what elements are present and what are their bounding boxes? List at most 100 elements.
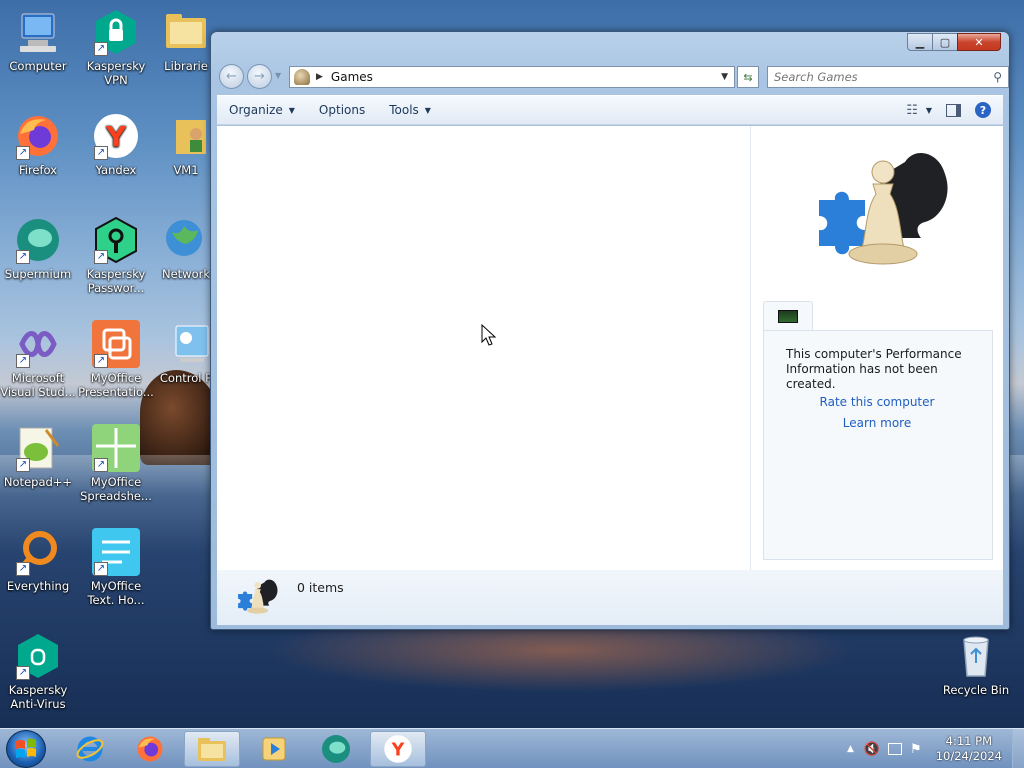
user-folder-icon (162, 112, 210, 160)
address-bar[interactable]: ▶ Games ▼ (289, 66, 735, 88)
volume-muted-icon[interactable]: 🔇 (864, 742, 880, 757)
show-hidden-icons-button[interactable]: ▲ (847, 744, 854, 754)
desktop-icon-control-panel[interactable]: Control P (156, 320, 216, 385)
rate-computer-link[interactable]: Rate this computer (764, 395, 990, 409)
options-button[interactable]: Options (307, 96, 377, 124)
shortcut-arrow-icon: ↗ (94, 146, 108, 160)
minimize-button[interactable]: ▁ (907, 33, 933, 51)
clock-time: 4:11 PM (945, 734, 993, 748)
search-icon: ⚲ (993, 70, 1002, 84)
taskbar-windows-explorer[interactable] (184, 731, 240, 767)
taskbar-internet-explorer[interactable] (62, 731, 118, 767)
visual-studio-icon: ↗ (14, 320, 62, 368)
windows-logo-icon (16, 738, 36, 758)
supermium-icon: ↗ (14, 216, 62, 264)
desktop-icon-label: Firefox (18, 163, 58, 177)
taskbar-firefox[interactable] (122, 731, 178, 767)
network-icon[interactable] (888, 743, 903, 755)
refresh-icon: ⇆ (743, 70, 753, 84)
desktop-icon-vm1[interactable]: VM1 (156, 112, 216, 177)
taskbar-supermium[interactable] (308, 731, 364, 767)
preview-pane-button[interactable] (946, 103, 961, 117)
shortcut-arrow-icon: ↗ (94, 562, 108, 576)
breadcrumb-games[interactable]: Games (331, 70, 373, 84)
desktop-icon-libraries[interactable]: Librarie (156, 8, 216, 73)
window-caption-buttons: ▁ ▢ ✕ (907, 33, 1001, 51)
games-list-pane[interactable] (217, 126, 750, 570)
desktop-icon-recycle-bin[interactable]: Recycle Bin (936, 632, 1016, 697)
refresh-button[interactable]: ⇆ (737, 66, 759, 88)
desktop-icon-label: Kaspersky VPN (86, 59, 146, 87)
desktop-icon-kaspersky-vpn[interactable]: ↗ Kaspersky VPN (78, 8, 154, 87)
shortcut-arrow-icon: ↗ (94, 250, 108, 264)
games-small-icon (238, 579, 278, 614)
desktop-icon-myoffice-spreadsheet[interactable]: ↗ MyOffice Spreadshe... (78, 424, 154, 503)
show-desktop-button[interactable] (1012, 729, 1024, 768)
tools-label: Tools (389, 103, 419, 117)
desktop-icon-kaspersky-antivirus[interactable]: ↗ Kaspersky Anti-Virus (0, 632, 76, 711)
everything-search-icon: ↗ (14, 528, 62, 576)
desktop-icon-everything[interactable]: ↗ Everything (0, 528, 76, 593)
search-input[interactable] (768, 70, 994, 84)
forward-button[interactable]: → (247, 64, 272, 89)
myoffice-text-icon: ↗ (92, 528, 140, 576)
address-dropdown-icon[interactable]: ▼ (721, 72, 728, 82)
navigation-row: ← → ▼ ▶ Games ▼ ⇆ ⚲ (219, 64, 1009, 90)
monitor-icon (778, 310, 798, 323)
desktop-icon-visual-studio[interactable]: ↗ Microsoft Visual Stud... (0, 320, 76, 399)
performance-message: This computer's Performance Information … (786, 347, 962, 391)
views-icon: ☷ (906, 102, 918, 118)
learn-more-link[interactable]: Learn more (764, 416, 990, 430)
myoffice-spreadsheet-icon: ↗ (92, 424, 140, 472)
help-button[interactable]: ? (975, 102, 991, 118)
desktop-icon-label: Everything (6, 579, 70, 593)
desktop-icon-firefox[interactable]: ↗ Firefox (0, 112, 76, 177)
recent-pages-chevron-icon[interactable]: ▼ (275, 71, 281, 80)
desktop-icon-label: Supermium (4, 267, 72, 281)
taskbar-yandex[interactable]: Y (370, 731, 426, 767)
help-icon: ? (979, 103, 987, 117)
desktop-icon-notepad-plus-plus[interactable]: ↗ Notepad++ (0, 424, 76, 489)
details-pane: This computer's Performance Information … (751, 126, 1003, 570)
shortcut-arrow-icon: ↗ (16, 250, 30, 264)
organize-menu[interactable]: Organize ▼ (217, 96, 307, 124)
close-button[interactable]: ✕ (957, 33, 1001, 51)
recycle-bin-icon (952, 632, 1000, 680)
chevron-down-icon: ▼ (424, 105, 431, 115)
desktop-icon-yandex[interactable]: Y ↗ Yandex (78, 112, 154, 177)
shortcut-arrow-icon: ↗ (16, 562, 30, 576)
desktop-icon-myoffice-text[interactable]: ↗ MyOffice Text. Ho... (78, 528, 154, 607)
action-center-flag-icon[interactable]: ⚑ (910, 742, 922, 757)
games-explorer-window[interactable]: ▁ ▢ ✕ ← → ▼ ▶ Games ▼ ⇆ ⚲ Organize ▼ Opt… (210, 31, 1010, 630)
chevron-down-icon: ▼ (925, 105, 932, 115)
back-button[interactable]: ← (219, 64, 244, 89)
desktop-icon-label: Librarie (164, 59, 208, 73)
control-panel-icon (162, 320, 210, 368)
shortcut-arrow-icon: ↗ (94, 42, 108, 56)
desktop-icon-myoffice-presentation[interactable]: ↗ MyOffice Presentatio... (78, 320, 154, 399)
start-button[interactable] (6, 730, 46, 768)
search-box[interactable]: ⚲ (767, 66, 1009, 88)
desktop-icon-label: Yandex (95, 163, 137, 177)
clock-date: 10/24/2024 (935, 749, 1002, 763)
desktop-icon-supermium[interactable]: ↗ Supermium (0, 216, 76, 281)
shortcut-arrow-icon: ↗ (16, 146, 30, 160)
views-button[interactable]: ☷ ▼ (906, 103, 932, 118)
firefox-icon: ↗ (14, 112, 62, 160)
performance-tab[interactable] (763, 301, 813, 331)
content-area: This computer's Performance Information … (217, 126, 1003, 570)
desktop-icon-computer[interactable]: Computer (0, 8, 76, 73)
tools-menu[interactable]: Tools ▼ (377, 96, 443, 124)
kaspersky-vpn-icon: ↗ (92, 8, 140, 56)
desktop-icon-network[interactable]: Network (156, 216, 216, 281)
system-clock[interactable]: 4:11 PM 10/24/2024 (926, 734, 1012, 764)
desktop-icon-label: MyOffice Presentatio... (78, 371, 154, 399)
taskbar-media-player[interactable] (246, 731, 302, 767)
maximize-button[interactable]: ▢ (932, 33, 958, 51)
desktop-icon-label: Computer (9, 59, 67, 73)
desktop-icon-kaspersky-password[interactable]: ↗ Kaspersky Passwor... (78, 216, 154, 295)
games-folder-icon (294, 69, 310, 85)
explorer-folder-icon (198, 738, 226, 761)
games-explorer-icon (819, 152, 948, 265)
minimize-icon: ▁ (915, 35, 925, 49)
